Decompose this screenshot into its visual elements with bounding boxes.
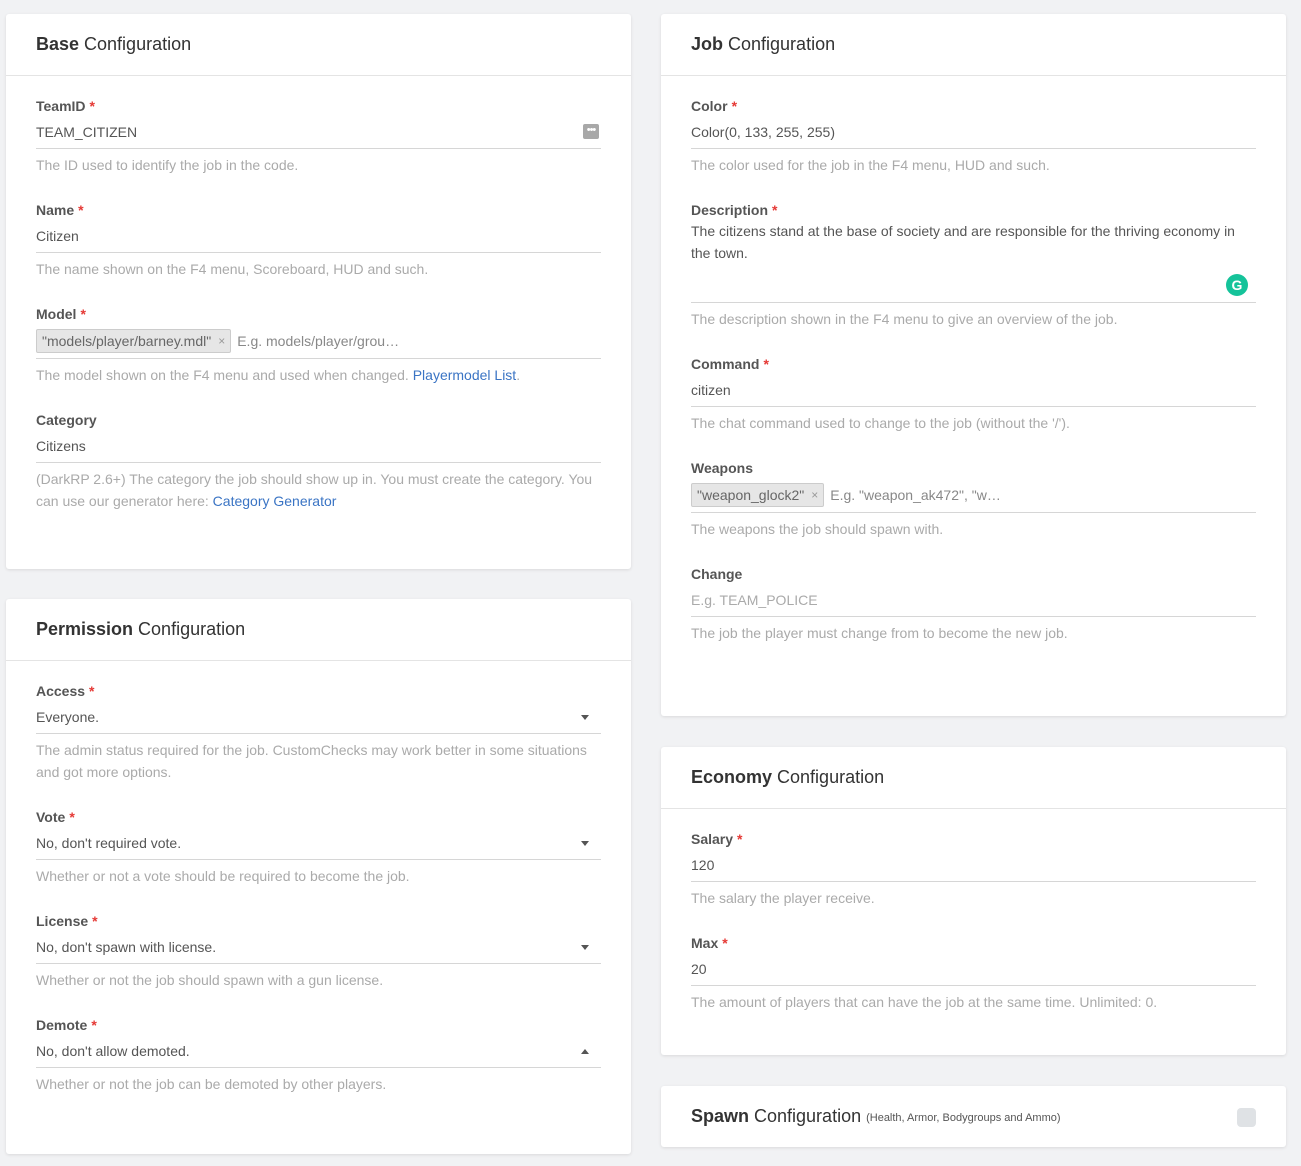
field-label: Description *	[691, 202, 778, 218]
description-textarea[interactable]: The citizens stand at the base of societ…	[691, 220, 1256, 303]
field-help: The weapons the job should spawn with.	[691, 521, 944, 537]
field-label: License *	[36, 913, 98, 929]
model-field: Model * "models/player/barney.mdl" × E.g. …	[36, 304, 601, 386]
field-help: The model shown on the F4 menu and used …	[36, 367, 521, 383]
max-field: Max * 20 The amount of players that can h…	[691, 933, 1256, 1013]
demote-select[interactable]: No, don't allow demoted.	[36, 1035, 601, 1068]
field-help: The chat command used to change to the j…	[691, 415, 1070, 431]
chevron-down-icon[interactable]	[581, 945, 589, 950]
permission-configuration-card: Permission Configuration Access * Everyone…	[6, 599, 631, 1154]
field-help: The ID used to identify the job in the c…	[36, 157, 299, 173]
category-field: Category Citizens (DarkRP 2.6+) The cate…	[36, 410, 601, 512]
change-field: Change E.g. TEAM_POLICE The job the play…	[691, 564, 1256, 644]
field-help: The admin status required for the job. C…	[36, 742, 587, 780]
card-title: Job Configuration	[661, 14, 1286, 76]
field-label: Category	[36, 412, 97, 428]
field-help: (DarkRP 2.6+) The category the job shoul…	[36, 471, 593, 509]
card-title: Spawn Configuration (Health, Armor, Bodygr…	[691, 1106, 1061, 1126]
max-input[interactable]: 20	[691, 953, 1256, 986]
access-field: Access * Everyone. The admin status requi…	[36, 681, 601, 783]
expand-toggle[interactable]	[1237, 1108, 1256, 1127]
demote-field: Demote * No, don't allow demoted. Whether…	[36, 1015, 601, 1095]
model-tags-input[interactable]: "models/player/barney.mdl" × E.g. models/…	[36, 324, 601, 359]
chevron-down-icon[interactable]	[581, 841, 589, 846]
field-help: Whether or not a vote should be required…	[36, 868, 410, 884]
command-input[interactable]: citizen	[691, 374, 1256, 407]
economy-configuration-card: Economy Configuration Salary * 120 The sal…	[661, 747, 1286, 1055]
field-label: Model *	[36, 306, 86, 322]
chevron-down-icon[interactable]	[581, 715, 589, 720]
job-configuration-card: Job Configuration Color * Color(0, 133, 25…	[661, 14, 1286, 716]
grammarly-icon[interactable]: G	[1226, 274, 1248, 296]
model-placeholder: E.g. models/player/grou…	[237, 333, 400, 349]
field-label: Change	[691, 566, 743, 582]
weapons-tags-input[interactable]: "weapon_glock2" × E.g. "weapon_ak472", "w…	[691, 478, 1256, 513]
field-label: Max *	[691, 935, 728, 951]
card-title: Base Configuration	[6, 14, 631, 76]
change-input[interactable]: E.g. TEAM_POLICE	[691, 584, 1256, 617]
playermodel-list-link[interactable]: Playermodel List	[413, 367, 517, 383]
field-label: TeamID *	[36, 98, 95, 114]
model-tag: "models/player/barney.mdl" ×	[36, 329, 232, 353]
field-help: Whether or not the job should spawn with…	[36, 972, 384, 988]
remove-tag-icon[interactable]: ×	[811, 488, 818, 502]
field-label: Name *	[36, 202, 84, 218]
description-field: Description * The citizens stand at the b…	[691, 200, 1256, 330]
weapons-field: Weapons "weapon_glock2" × E.g. "weapon_ak…	[691, 458, 1256, 540]
command-field: Command * citizen The chat command used t…	[691, 354, 1256, 434]
salary-field: Salary * 120 The salary the player receiv…	[691, 829, 1256, 909]
field-help: The color used for the job in the F4 men…	[691, 157, 1050, 173]
field-help: The name shown on the F4 menu, Scoreboar…	[36, 261, 429, 277]
color-input[interactable]: Color(0, 133, 255, 255)	[691, 116, 1256, 149]
spawn-configuration-card[interactable]: Spawn Configuration (Health, Armor, Bodygr…	[661, 1086, 1286, 1147]
color-field: Color * Color(0, 133, 255, 255) The color…	[691, 96, 1256, 176]
field-label: Color *	[691, 98, 738, 114]
field-help: The salary the player receive.	[691, 890, 875, 906]
field-label: Command *	[691, 356, 769, 372]
remove-tag-icon[interactable]: ×	[218, 334, 225, 348]
salary-input[interactable]: 120	[691, 849, 1256, 882]
card-title: Permission Configuration	[6, 599, 631, 661]
teamid-field: TeamID * TEAM_CITIZEN ••• The ID used to …	[36, 96, 601, 176]
vote-select[interactable]: No, don't required vote.	[36, 827, 601, 860]
field-label: Vote *	[36, 809, 75, 825]
category-generator-link[interactable]: Category Generator	[213, 493, 337, 509]
name-field: Name * Citizen The name shown on the F4 m…	[36, 200, 601, 280]
field-help: The job the player must change from to b…	[691, 625, 1068, 641]
weapon-tag: "weapon_glock2" ×	[691, 483, 825, 507]
card-title: Economy Configuration	[661, 747, 1286, 809]
category-input[interactable]: Citizens	[36, 430, 601, 463]
field-help: The description shown in the F4 menu to …	[691, 311, 1118, 327]
field-label: Access *	[36, 683, 95, 699]
vote-field: Vote * No, don't required vote. Whether o…	[36, 807, 601, 887]
field-label: Salary *	[691, 831, 743, 847]
field-help: The amount of players that can have the …	[691, 994, 1158, 1010]
field-help: Whether or not the job can be demoted by…	[36, 1076, 387, 1092]
chevron-up-icon[interactable]	[581, 1049, 589, 1054]
weapons-placeholder: E.g. "weapon_ak472", "w…	[830, 487, 1001, 503]
access-select[interactable]: Everyone.	[36, 701, 601, 734]
field-label: Demote *	[36, 1017, 97, 1033]
license-field: License * No, don't spawn with license. W…	[36, 911, 601, 991]
base-configuration-card: Base Configuration TeamID * TEAM_CITIZEN •…	[6, 14, 631, 569]
name-input[interactable]: Citizen	[36, 220, 601, 253]
more-options-icon[interactable]: •••	[583, 124, 599, 139]
field-label: Weapons	[691, 460, 753, 476]
teamid-input[interactable]: TEAM_CITIZEN •••	[36, 116, 601, 149]
license-select[interactable]: No, don't spawn with license.	[36, 931, 601, 964]
